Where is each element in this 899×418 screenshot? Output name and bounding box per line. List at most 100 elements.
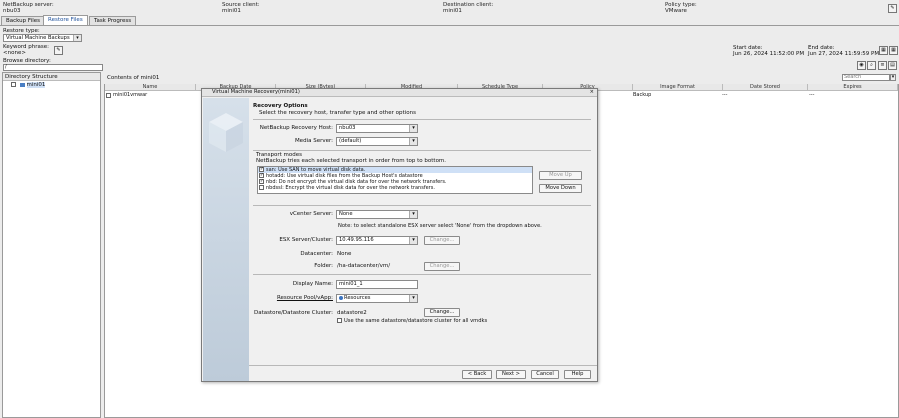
transport-checkbox[interactable] — [259, 185, 264, 190]
transport-checkbox[interactable]: ✓ — [259, 179, 264, 184]
same-datastore-checkbox[interactable] — [337, 318, 342, 323]
contents-title: Contents of mini01 — [107, 75, 160, 81]
datacenter-value: None — [337, 251, 352, 257]
row-policy: Backup — [633, 92, 652, 98]
destination-client-value: mini01 — [443, 8, 462, 14]
back-button[interactable]: < Back — [462, 370, 492, 379]
transport-item-label: nbdssl: Encrypt the virtual disk data fo… — [266, 185, 435, 191]
section-title: Recovery Options — [253, 103, 308, 109]
dialog-title-bar: Virtual Machine Recovery(mini01) × — [202, 89, 597, 97]
transport-checkbox[interactable]: ✓ — [259, 167, 264, 172]
folder-label: Folder: — [314, 263, 333, 269]
column-image-format[interactable]: Image Format — [633, 84, 723, 91]
separator — [249, 365, 597, 366]
chevron-down-icon: ▾ — [409, 237, 417, 244]
column-date-stored[interactable]: Date Stored — [723, 84, 808, 91]
column-name[interactable]: Name — [105, 84, 196, 91]
vm-recovery-dialog: Virtual Machine Recovery(mini01) × Recov… — [201, 88, 598, 382]
chevron-down-icon: ▾ — [73, 35, 81, 41]
edit-client-icon[interactable]: ✎ — [888, 4, 897, 13]
resource-pool-select[interactable]: Resources ▾ — [336, 294, 418, 303]
list-view-icon[interactable]: ≡ — [878, 61, 887, 70]
calendar-alt-icon[interactable]: ▦ — [889, 46, 898, 55]
datacenter-label: Datacenter: — [300, 251, 333, 257]
help-button[interactable]: Help — [564, 370, 591, 379]
dialog-title: Virtual Machine Recovery(mini01) — [212, 89, 300, 95]
display-name-input[interactable]: mini01_1 — [336, 280, 418, 289]
resource-pool-icon — [339, 295, 343, 300]
policy-type-value: VMware — [665, 8, 687, 14]
keyword-value: <none> — [3, 50, 26, 56]
row-date-stored: --- — [722, 92, 728, 98]
move-up-button[interactable]: Move Up — [539, 171, 582, 180]
folder-value: /ha-datacenter/vm/ — [337, 263, 391, 269]
search-dropdown-icon[interactable]: ▾ — [890, 74, 896, 81]
vcenter-value: None — [339, 211, 353, 217]
row-name: mini01vmwar — [113, 92, 148, 98]
browse-directory-input[interactable]: / — [3, 64, 103, 71]
transport-checkbox[interactable]: ✓ — [259, 173, 264, 178]
server-value: nbu03 — [3, 8, 21, 14]
transport-item-nbdssl[interactable]: nbdssl: Encrypt the virtual disk data fo… — [258, 185, 532, 191]
recovery-host-select[interactable]: nbu03 ▾ — [336, 124, 418, 133]
wizard-side-graphic — [203, 98, 249, 381]
search-icon[interactable]: ⌕ — [867, 61, 876, 70]
media-server-label: Media Server: — [294, 138, 333, 144]
recovery-host-value: nbu03 — [339, 125, 356, 131]
tab-divider — [0, 25, 899, 26]
datastore-change-button[interactable]: Change... — [424, 308, 460, 317]
calendar-icon[interactable]: ▦ — [879, 46, 888, 55]
separator — [253, 274, 591, 275]
tree-item-label: mini01 — [26, 82, 46, 88]
cancel-button[interactable]: Cancel — [531, 370, 559, 379]
tab-task-progress[interactable]: Task Progress — [89, 16, 137, 25]
cube-logo-icon — [209, 113, 243, 152]
edit-keyword-icon[interactable]: ✎ — [54, 46, 63, 55]
resource-pool-value: Resources — [344, 295, 371, 301]
restore-type-value: Virtual Machine Backups — [6, 35, 70, 41]
esx-change-button[interactable]: Change... — [424, 236, 460, 245]
transport-subtitle: NetBackup tries each selected transport … — [256, 158, 447, 164]
esx-server-value: 10.49.95.116 — [339, 237, 374, 243]
tree-checkbox[interactable] — [11, 82, 16, 87]
tree-item-mini01[interactable]: mini01 — [3, 82, 100, 88]
directory-structure-header: Directory Structure — [3, 73, 100, 81]
separator — [253, 205, 591, 206]
transport-list[interactable]: ✓ san: Use SAN to move virtual disk data.… — [257, 166, 533, 194]
recovery-host-label: NetBackup Recovery Host: — [259, 125, 333, 131]
same-datastore-option[interactable]: Use the same datastore/datastore cluster… — [337, 318, 487, 324]
tab-restore-files[interactable]: Restore Files — [43, 15, 88, 25]
tab-backup-files[interactable]: Backup Files — [1, 16, 45, 25]
vcenter-label: vCenter Server: — [289, 211, 333, 217]
directory-tree-panel: Directory Structure mini01 — [2, 72, 101, 418]
close-icon[interactable]: × — [590, 89, 594, 96]
media-server-value: (default) — [339, 138, 362, 144]
detail-view-icon[interactable]: ▤ — [888, 61, 897, 70]
section-subtitle: Select the recovery host, transfer type … — [259, 110, 416, 116]
column-expires[interactable]: Expires — [808, 84, 898, 91]
move-down-button[interactable]: Move Down — [539, 184, 582, 193]
chevron-down-icon: ▾ — [409, 125, 417, 132]
chevron-down-icon: ▾ — [409, 138, 417, 145]
media-server-select[interactable]: (default) ▾ — [336, 137, 418, 146]
preview-icon[interactable]: ◉ — [857, 61, 866, 70]
chevron-down-icon: ▾ — [409, 211, 417, 218]
folder-change-button[interactable]: Change... — [424, 262, 460, 271]
vcenter-select[interactable]: None ▾ — [336, 210, 418, 219]
next-button[interactable]: Next > — [496, 370, 526, 379]
separator — [253, 119, 591, 120]
esx-server-label: ESX Server/Cluster: — [279, 237, 333, 243]
datastore-value: datastore2 — [337, 310, 367, 316]
restore-type-select[interactable]: Virtual Machine Backups ▾ — [3, 34, 82, 42]
datastore-label: Datastore/Datastore Cluster: — [254, 310, 333, 316]
vm-icon — [19, 82, 25, 87]
source-client-value: mini01 — [222, 8, 241, 14]
display-name-label: Display Name: — [292, 281, 333, 287]
resource-pool-label: Resource Pool/vApp: — [276, 295, 333, 301]
vcenter-note: Note: to select standalone ESX server se… — [338, 223, 542, 229]
search-input[interactable]: Search — [842, 74, 890, 81]
row-checkbox[interactable] — [106, 93, 111, 98]
esx-server-select[interactable]: 10.49.95.116 ▾ — [336, 236, 418, 245]
start-date-value: Jun 26, 2024 11:52:00 PM — [733, 51, 805, 57]
same-datastore-label: Use the same datastore/datastore cluster… — [344, 318, 488, 324]
